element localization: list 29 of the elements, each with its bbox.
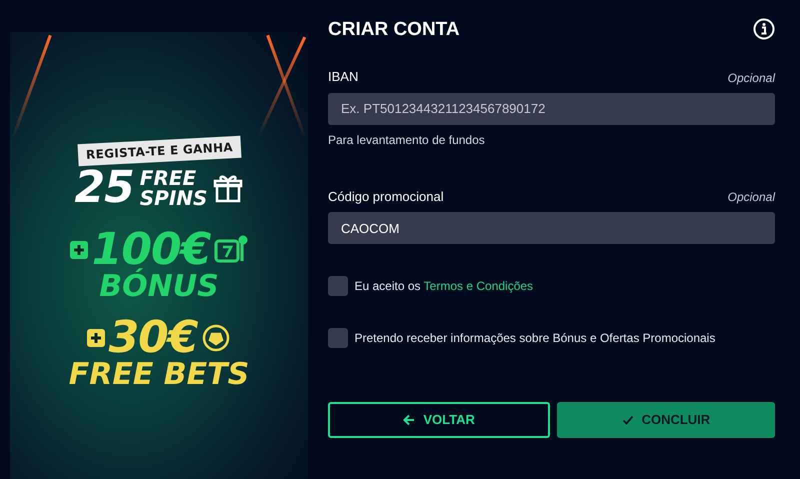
banner-tagline: REGISTA-TE E GANHA (77, 136, 241, 166)
free-bets-label: FREE BETS (68, 360, 250, 390)
checkbox[interactable] (328, 276, 348, 296)
terms-link[interactable]: Termos e Condições (424, 279, 534, 293)
optional-label: Opcional (728, 70, 775, 86)
field-label: Código promocional (328, 188, 444, 206)
field-label: IBAN (328, 68, 358, 86)
checkbox[interactable] (328, 328, 348, 348)
plus-icon (86, 329, 105, 347)
gift-icon (213, 173, 244, 203)
optional-label: Opcional (728, 189, 775, 206)
input-field[interactable]: CAOCOM (328, 212, 775, 244)
help-text: Para levantamento de fundos (328, 132, 486, 148)
checkmark-icon (622, 414, 634, 426)
info-icon[interactable] (753, 18, 775, 40)
input-field[interactable]: Ex. PT50123443211234567890172 (328, 92, 775, 124)
back-button[interactable]: VOLTAR (328, 402, 550, 438)
football-icon (201, 323, 232, 353)
spins-amount: 25 (74, 166, 134, 210)
spins-label: FREE (140, 168, 198, 188)
plus-icon (70, 241, 88, 259)
submit-button[interactable]: CONCLUIR (556, 402, 775, 438)
checkbox-label: Pretendo receber informações sobre Bónus e Ofertas Promocionais (354, 330, 716, 347)
slot-machine-icon (214, 235, 248, 265)
checkbox-label: Eu aceito os Termos e Condições (354, 278, 534, 295)
form-title: CRIAR CONTA (328, 20, 460, 38)
arrow-left-icon (403, 414, 416, 426)
spins-label: SPINS (140, 188, 208, 208)
free-bets-amount: 30€ (108, 316, 198, 360)
